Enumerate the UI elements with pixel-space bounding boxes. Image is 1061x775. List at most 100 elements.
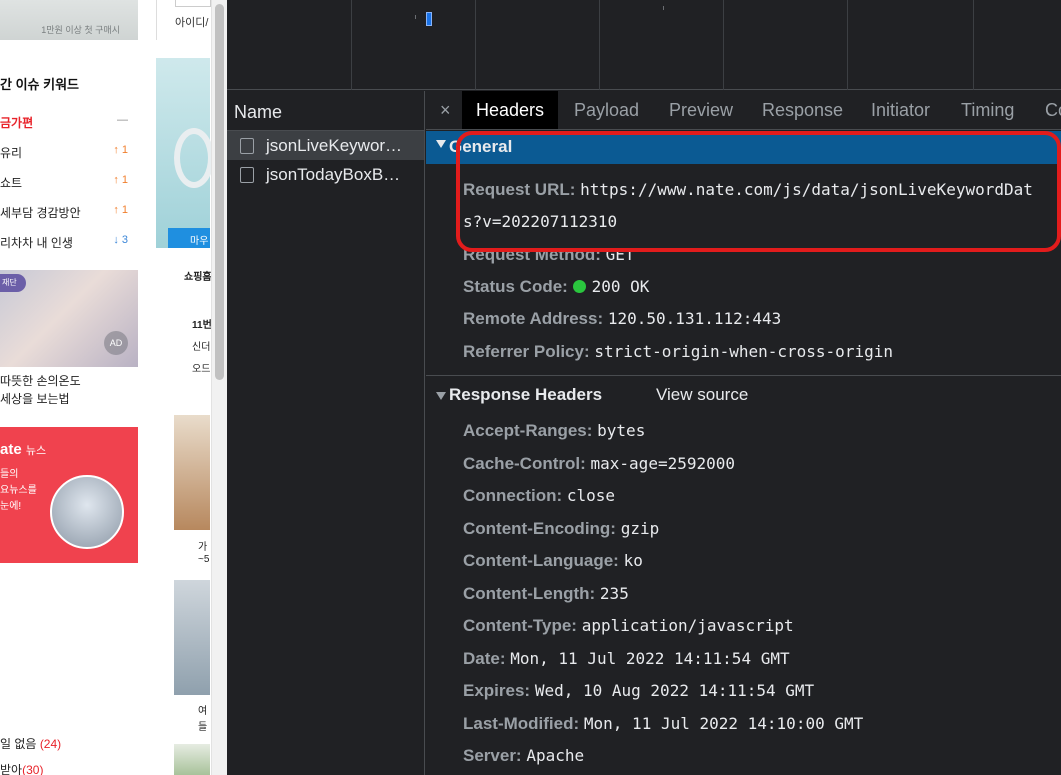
response-header-row[interactable]: Cache-Control: max-age=2592000 bbox=[463, 454, 735, 474]
header-value: bytes bbox=[597, 421, 646, 440]
shopping-column: 마우 쇼핑홈 11번 신더 오드 가 ~5 여 들 bbox=[156, 58, 214, 775]
product-thumbnail[interactable] bbox=[174, 580, 210, 695]
keyword-item[interactable]: 세부담 경감방안 ↑ 1 bbox=[0, 198, 132, 228]
request-row[interactable]: jsonLiveKeywor… bbox=[227, 131, 424, 160]
shop-item[interactable]: 신더 bbox=[192, 338, 210, 353]
timeline-gridline bbox=[351, 0, 352, 90]
keyword-item[interactable]: 리차차 내 인생 ↓ 3 bbox=[0, 228, 132, 258]
keyword-change: — bbox=[117, 114, 128, 126]
product-caption: 여 bbox=[198, 706, 208, 717]
login-input[interactable] bbox=[175, 0, 211, 7]
request-bar bbox=[426, 12, 432, 26]
header-key: Status Code: bbox=[463, 277, 568, 296]
bottom-links: 일 없음 (24) 받아(30) bbox=[0, 731, 61, 775]
keyword-text: 세부담 경감방안 bbox=[0, 206, 81, 220]
product-thumbnail[interactable] bbox=[174, 415, 210, 530]
response-header-row[interactable]: Content-Length: 235 bbox=[463, 584, 629, 604]
ad-logo: 재단 bbox=[0, 274, 26, 292]
header-value: gzip bbox=[620, 519, 660, 538]
general-section-header[interactable]: General bbox=[426, 131, 1061, 164]
response-header-row[interactable]: Connection: close bbox=[463, 486, 615, 506]
remote-address-row[interactable]: Remote Address: 120.50.131.112:443 bbox=[463, 309, 781, 329]
keyword-text: 쇼트 bbox=[0, 176, 23, 190]
bottom-link[interactable]: 받아(30) bbox=[0, 757, 61, 775]
header-value: 235 bbox=[599, 584, 629, 603]
header-value: GET bbox=[605, 245, 635, 264]
tab-headers[interactable]: Headers bbox=[462, 91, 559, 129]
request-url-row-continued[interactable]: s?v=202207112310 bbox=[463, 212, 617, 232]
response-header-row[interactable]: Expires: Wed, 10 Aug 2022 14:11:54 GMT bbox=[463, 681, 814, 701]
header-key: Referrer Policy: bbox=[463, 342, 590, 361]
tab-cookies[interactable]: Co bbox=[1045, 91, 1061, 129]
header-value: 200 OK bbox=[591, 277, 650, 296]
tab-initiator[interactable]: Initiator bbox=[871, 91, 930, 129]
scrollbar-thumb[interactable] bbox=[215, 4, 224, 380]
request-name: jsonLiveKeywor… bbox=[266, 136, 403, 155]
header-key: Content-Type: bbox=[463, 616, 577, 635]
tab-preview[interactable]: Preview bbox=[669, 91, 733, 129]
request-method-row[interactable]: Request Method: GET bbox=[463, 245, 635, 265]
product-thumbnail[interactable] bbox=[174, 744, 210, 775]
ad-caption[interactable]: 따뜻한 손의온도 세상을 보는법 bbox=[0, 372, 81, 408]
keyword-item[interactable]: 금가편 — bbox=[0, 108, 132, 138]
nate-news-title: ate 뉴스 bbox=[0, 441, 47, 458]
close-icon[interactable]: × bbox=[440, 91, 451, 129]
header-value: close bbox=[566, 486, 616, 505]
view-source-link[interactable]: View source bbox=[656, 385, 748, 405]
header-key: Content-Encoding: bbox=[463, 519, 616, 538]
status-code-row[interactable]: Status Code: 200 OK bbox=[463, 277, 649, 297]
response-header-row[interactable]: Accept-Ranges: bytes bbox=[463, 421, 645, 441]
section-divider bbox=[426, 375, 1061, 376]
timeline-gridline bbox=[723, 0, 724, 90]
product-caption: ~5 bbox=[198, 554, 210, 565]
page-scrollbar[interactable] bbox=[211, 0, 227, 775]
response-header-row[interactable]: Content-Language: ko bbox=[463, 551, 643, 571]
shop-item[interactable]: 오드 bbox=[192, 360, 210, 375]
issue-keywords-title: 간 이슈 키워드 bbox=[0, 77, 79, 92]
login-link[interactable]: 아이디/ bbox=[175, 14, 208, 30]
keyword-change: ↑ 1 bbox=[113, 144, 128, 156]
login-box: 아이디/ bbox=[156, 0, 211, 40]
keyword-change: ↑ 1 bbox=[113, 204, 128, 216]
request-row[interactable]: jsonTodayBoxB… bbox=[227, 160, 424, 189]
referrer-policy-row[interactable]: Referrer Policy: strict-origin-when-cros… bbox=[463, 342, 893, 362]
bottom-link[interactable]: 일 없음 (24) bbox=[0, 731, 61, 757]
shop-item[interactable]: 11번 bbox=[192, 316, 212, 331]
tab-payload[interactable]: Payload bbox=[574, 91, 639, 129]
keyword-item[interactable]: 유리 ↑ 1 bbox=[0, 138, 132, 168]
response-header-row[interactable]: Last-Modified: Mon, 11 Jul 2022 14:10:00… bbox=[463, 714, 863, 734]
header-key: Date: bbox=[463, 649, 506, 668]
header-value: Wed, 10 Aug 2022 14:11:54 GMT bbox=[534, 681, 815, 700]
tab-timing[interactable]: Timing bbox=[961, 91, 1014, 129]
header-value: https://www.nate.com/js/data/jsonLiveKey… bbox=[580, 180, 1033, 199]
keyword-change: ↑ 1 bbox=[113, 174, 128, 186]
banner-caption: 1만원 이상 첫 구매시 bbox=[41, 25, 120, 35]
response-header-row[interactable]: Date: Mon, 11 Jul 2022 14:11:54 GMT bbox=[463, 649, 790, 669]
keyword-change: ↓ 3 bbox=[113, 234, 128, 246]
header-value: max-age=2592000 bbox=[590, 454, 736, 473]
shop-banner-label: 마우 bbox=[168, 228, 210, 248]
tab-response[interactable]: Response bbox=[762, 91, 843, 129]
response-header-row[interactable]: Content-Encoding: gzip bbox=[463, 519, 659, 539]
header-value: Apache bbox=[526, 746, 585, 765]
request-url-row[interactable]: Request URL: https://www.nate.com/js/dat… bbox=[463, 180, 1033, 200]
header-key: Expires: bbox=[463, 681, 531, 700]
header-key: Request URL: bbox=[463, 180, 576, 199]
shop-banner[interactable]: 마우 bbox=[156, 58, 214, 248]
keyword-item[interactable]: 쇼트 ↑ 1 bbox=[0, 168, 132, 198]
ad-banner-image[interactable]: 재단 AD bbox=[0, 270, 138, 367]
status-ok-icon bbox=[572, 280, 586, 293]
name-column-header[interactable]: Name bbox=[227, 91, 424, 131]
header-value: application/javascript bbox=[581, 616, 794, 635]
response-headers-section-header[interactable]: Response Headers View source bbox=[426, 385, 1061, 409]
response-header-row[interactable]: Content-Type: application/javascript bbox=[463, 616, 794, 636]
top-banner[interactable]: 1만원 이상 첫 구매시 bbox=[0, 0, 138, 40]
network-overview-timeline[interactable] bbox=[227, 0, 1061, 90]
header-value: ko bbox=[623, 551, 643, 570]
header-key: Server: bbox=[463, 746, 522, 765]
ad-caption-line: 따뜻한 손의온도 bbox=[0, 374, 81, 388]
timeline-gridline bbox=[847, 0, 848, 90]
response-header-row[interactable]: Server: Apache bbox=[463, 746, 584, 766]
product-caption: 들 bbox=[198, 722, 208, 733]
nate-news-promo[interactable]: ate 뉴스 들의 요뉴스를 눈에! bbox=[0, 427, 138, 563]
